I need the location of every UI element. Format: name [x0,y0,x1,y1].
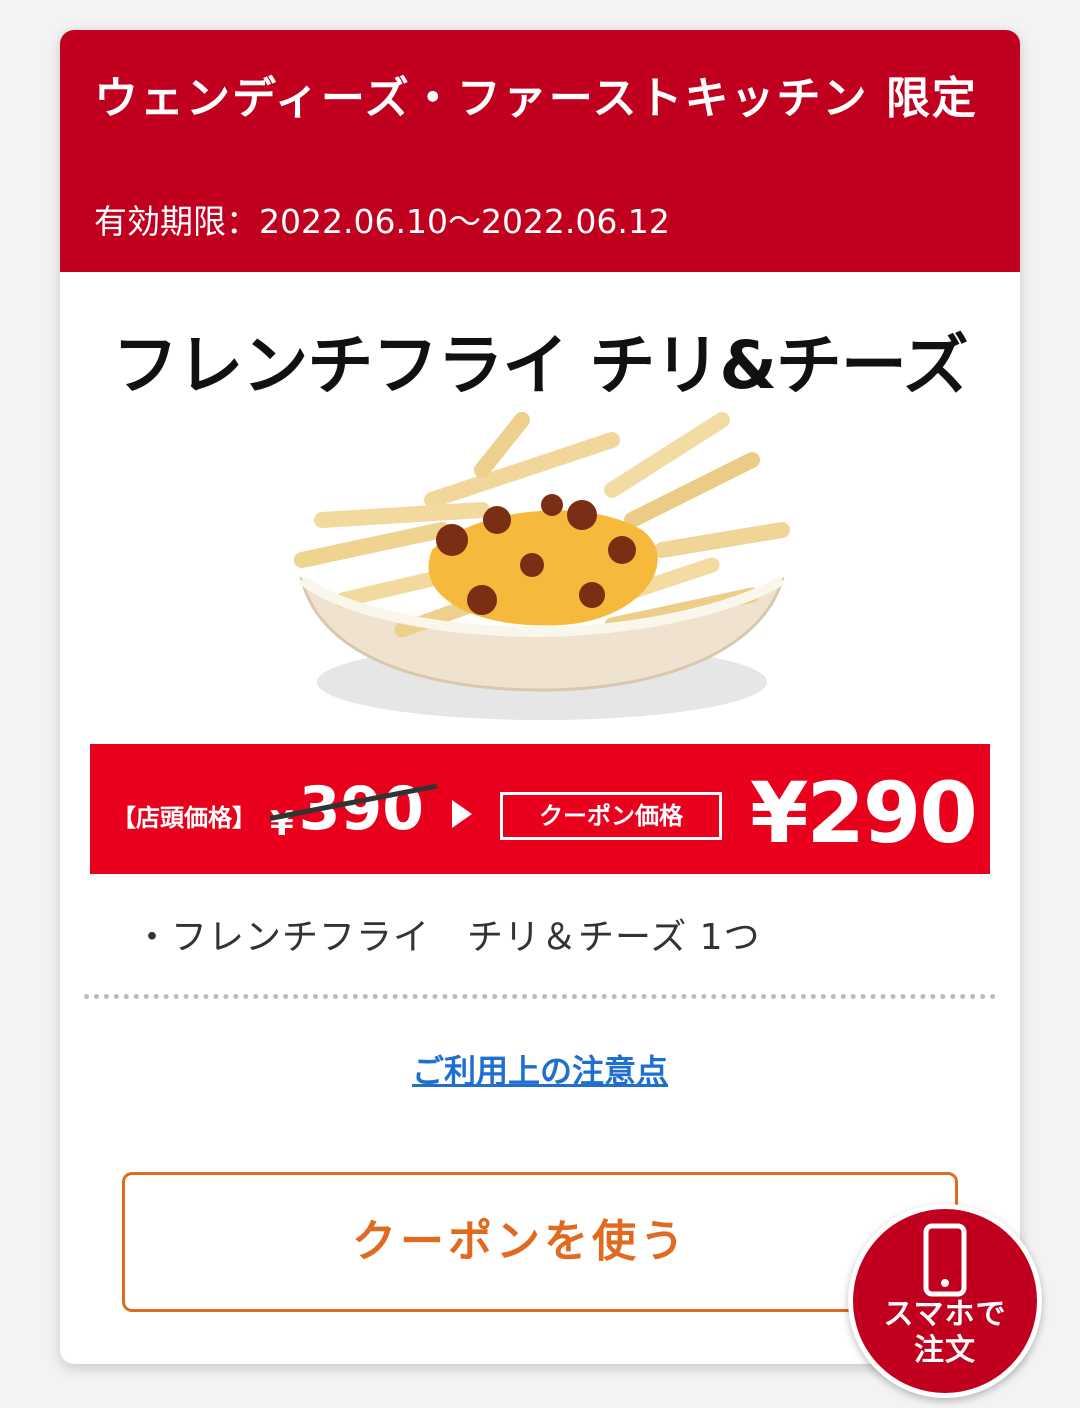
dotted-divider [84,994,996,999]
coupon-title: ウェンディーズ・ファーストキッチン 限定 [94,73,978,124]
coupon-card: ウェンディーズ・ファーストキッチン 限定 有効期限：2022.06.10〜202… [60,30,1020,1364]
item-description: ・フレンチフライ チリ＆チーズ 1つ [134,917,761,958]
coupon-price: ¥290 [750,764,978,862]
smartphone-icon [923,1223,967,1297]
usage-notes-link[interactable]: ご利用上の注意点 [60,1046,1020,1092]
store-price-currency: ¥ [270,804,294,844]
store-price-label: 【店頭価格】 [112,804,256,832]
order-button-label-line1: スマホで [883,1297,1007,1332]
store-price: ¥ 390 [269,774,438,844]
product-name: フレンチフライ チリ&チーズ [112,327,968,404]
validity-period: 有効期限：2022.06.10〜2022.06.12 [94,202,670,241]
coupon-price-label: クーポン価格 [500,792,722,840]
coupon-header: ウェンディーズ・ファーストキッチン 限定 有効期限：2022.06.10〜202… [60,30,1020,272]
order-button-label: スマホで 注文 [853,1297,1037,1369]
order-by-smartphone-button[interactable]: スマホで 注文 [848,1204,1042,1398]
product-image [294,412,790,720]
order-button-label-line2: 注文 [914,1333,976,1368]
arrow-right-icon [452,800,472,828]
price-banner: 【店頭価格】 ¥ 390 クーポン価格 ¥290 [90,744,990,874]
use-coupon-button[interactable]: クーポンを使う [122,1172,958,1312]
